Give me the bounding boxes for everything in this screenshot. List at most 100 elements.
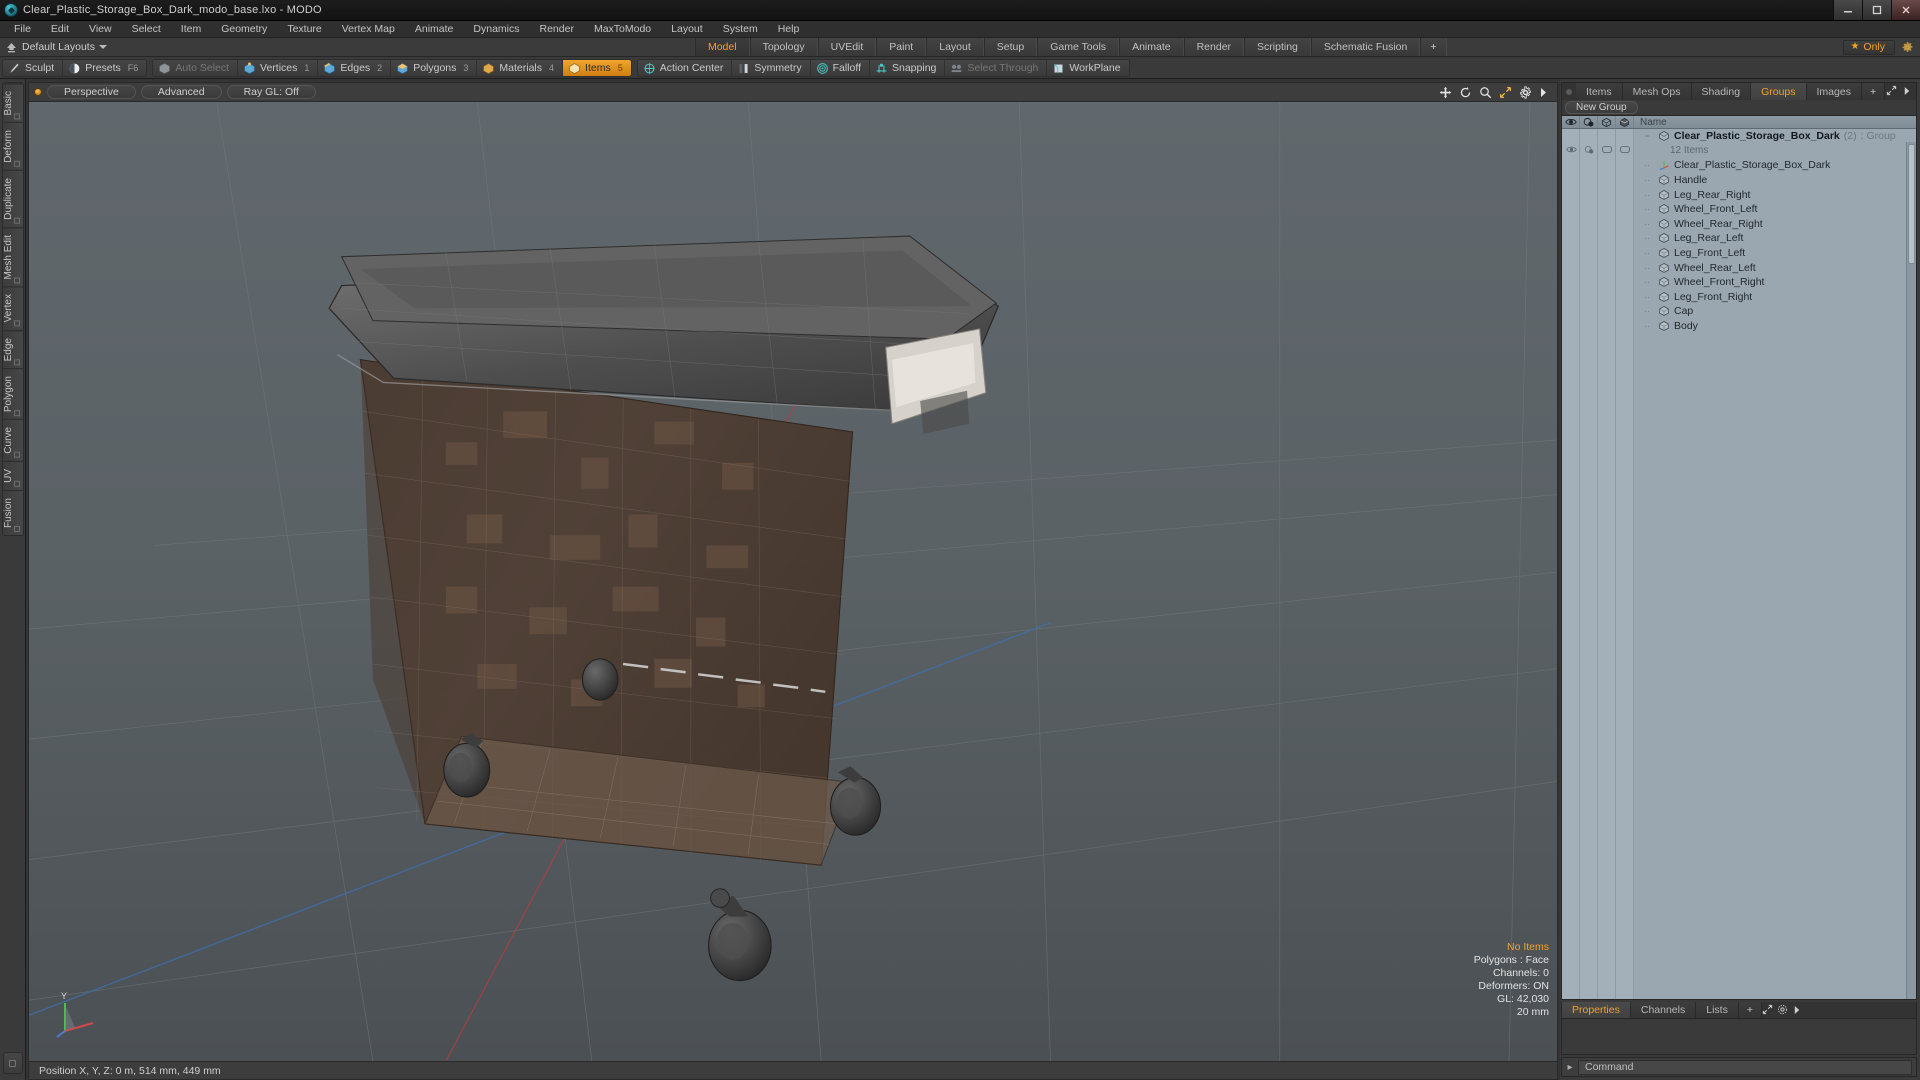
tree-row-wheel-front-left[interactable]: ·· Wheel_Front_Left (1634, 202, 1916, 217)
menu-edit[interactable]: Edit (41, 21, 79, 38)
left-tab-polygon[interactable]: Polygon (2, 368, 23, 420)
tool-select-through[interactable]: Select Through (945, 60, 1048, 76)
chevron-right-icon[interactable] (1793, 1002, 1801, 1019)
tool-vertices[interactable]: Vertices 1 (238, 60, 319, 76)
layout-tab-layout[interactable]: Layout (926, 38, 984, 56)
layout-tab-render[interactable]: Render (1183, 38, 1245, 56)
viewport-view-mode[interactable]: Perspective (47, 85, 136, 99)
home-arrow-icon[interactable] (0, 38, 22, 56)
tool-symmetry[interactable]: Symmetry (732, 60, 811, 76)
menu-help[interactable]: Help (768, 21, 810, 38)
only-toggle-button[interactable]: ★ Only (1843, 39, 1895, 55)
row-eye-icon[interactable] (1562, 142, 1580, 157)
3d-viewport[interactable]: No Items Polygons : Face Channels: 0 Def… (28, 101, 1558, 1062)
tree-row-body[interactable]: ·· Body (1634, 319, 1916, 334)
right-tab-mesh-ops[interactable]: Mesh Ops (1622, 83, 1692, 100)
chevron-right-icon[interactable] (1903, 83, 1911, 101)
tree-row-leg-front-left[interactable]: ·· Leg_Front_Left (1634, 246, 1916, 261)
tree-row-leg-rear-right[interactable]: ·· Leg_Rear_Right (1634, 187, 1916, 202)
move-icon[interactable] (1439, 86, 1452, 99)
layout-tab-uvedit[interactable]: UVEdit (817, 38, 877, 56)
expand-icon[interactable] (1762, 1002, 1773, 1019)
menu-maxtomodo[interactable]: MaxToModo (584, 21, 661, 38)
left-tab-fusion[interactable]: Fusion (2, 489, 23, 535)
left-tab-deform[interactable]: Deform (2, 122, 23, 171)
new-group-button[interactable]: New Group (1565, 101, 1638, 114)
shading-icon[interactable] (1580, 116, 1598, 128)
viewport-raygl-toggle[interactable]: Ray GL: Off (226, 85, 316, 99)
tool-edges[interactable]: Edges 2 (318, 60, 392, 76)
zoom-icon[interactable] (1479, 86, 1492, 99)
tree-body[interactable]: − Clear_Plastic_Storage_Box_Dark (2) : G… (1562, 129, 1916, 999)
active-dot-icon[interactable] (34, 88, 42, 96)
tree-row-cap[interactable]: ·· Cap (1634, 304, 1916, 319)
tool-sculpt[interactable]: Sculpt (3, 60, 64, 76)
layout-tab-scripting[interactable]: Scripting (1244, 38, 1311, 56)
menu-animate[interactable]: Animate (405, 21, 464, 38)
right-tab-add[interactable]: + (1861, 83, 1886, 100)
bottom-tab-add[interactable]: + (1738, 1002, 1762, 1018)
minimize-button[interactable] (1833, 0, 1862, 20)
column-render[interactable] (1598, 129, 1616, 999)
menu-render[interactable]: Render (530, 21, 584, 38)
tree-row-handle[interactable]: ·· Handle (1634, 173, 1916, 188)
tool-workplane[interactable]: WorkPlane (1047, 60, 1129, 76)
left-tab-basic[interactable]: Basic (2, 83, 23, 123)
scrollbar-thumb[interactable] (1908, 144, 1915, 264)
viewport-shading-mode[interactable]: Advanced (140, 85, 222, 99)
left-tab-duplicate[interactable]: Duplicate (2, 170, 23, 227)
tool-materials[interactable]: Materials 4 (477, 60, 564, 76)
layout-selector[interactable]: Default Layouts (22, 38, 117, 56)
column-lock[interactable] (1616, 129, 1634, 999)
column-shading[interactable] (1580, 129, 1598, 999)
tree-row-wheel-rear-left[interactable]: ·· Wheel_Rear_Left (1634, 260, 1916, 275)
tool-polygons[interactable]: Polygons 3 (391, 60, 478, 76)
right-tab-groups[interactable]: Groups (1751, 83, 1807, 100)
menu-vertex-map[interactable]: Vertex Map (332, 21, 405, 38)
gear-icon[interactable] (1519, 85, 1532, 99)
left-tab-uv[interactable]: UV (2, 460, 23, 490)
right-tab-items[interactable]: Items (1576, 83, 1623, 100)
close-button[interactable] (1891, 0, 1920, 20)
row-shading-icon[interactable] (1580, 142, 1598, 157)
command-input[interactable]: Command (1578, 1059, 1912, 1075)
tree-row-wheel-front-right[interactable]: ·· Wheel_Front_Right (1634, 275, 1916, 290)
tree-row-group[interactable]: − Clear_Plastic_Storage_Box_Dark (2) : G… (1634, 129, 1916, 144)
menu-select[interactable]: Select (122, 21, 171, 38)
eye-icon[interactable] (1562, 116, 1580, 128)
layout-tab-paint[interactable]: Paint (876, 38, 927, 56)
maximize-button[interactable] (1862, 0, 1891, 20)
row-render-toggle[interactable] (1598, 142, 1616, 157)
panel-dot-icon[interactable] (1562, 83, 1576, 100)
tree-row-wheel-rear-right[interactable]: ·· Wheel_Rear_Right (1634, 217, 1916, 232)
menu-view[interactable]: View (79, 21, 122, 38)
expand-icon[interactable] (1886, 83, 1897, 101)
layout-tab-setup[interactable]: Setup (983, 38, 1038, 56)
menu-texture[interactable]: Texture (277, 21, 331, 38)
menu-layout[interactable]: Layout (661, 21, 713, 38)
cube-outline-icon[interactable] (1598, 116, 1616, 128)
layout-tab-topology[interactable]: Topology (749, 38, 818, 56)
bottom-tab-channels[interactable]: Channels (1630, 1002, 1697, 1018)
expand-toggle-icon[interactable]: − (1640, 131, 1654, 141)
column-visibility[interactable] (1562, 129, 1580, 999)
tool-falloff[interactable]: Falloff (810, 60, 870, 76)
layout-tab-add[interactable]: + (1420, 38, 1447, 56)
tree-row-locator[interactable]: ·· Clear_Plastic_Storage_Box_Dark (1634, 158, 1916, 173)
gear-icon[interactable] (1901, 41, 1914, 54)
right-tab-images[interactable]: Images (1806, 83, 1862, 100)
tool-items[interactable]: Items 5 (563, 60, 631, 76)
row-lock-toggle[interactable] (1616, 142, 1634, 157)
tree-row-leg-front-right[interactable]: ·· Leg_Front_Right (1634, 290, 1916, 305)
left-tab-mesh-edit[interactable]: Mesh Edit (2, 226, 23, 287)
left-tab-curve[interactable]: Curve (2, 419, 23, 461)
layout-tab-animate[interactable]: Animate (1119, 38, 1184, 56)
layout-tab-model[interactable]: Model (694, 38, 750, 56)
cube-solid-icon[interactable] (1616, 116, 1634, 128)
chevron-right-icon[interactable] (1539, 87, 1548, 98)
menu-geometry[interactable]: Geometry (211, 21, 277, 38)
tree-row-leg-rear-left[interactable]: ·· Leg_Rear_Left (1634, 231, 1916, 246)
bottom-tab-properties[interactable]: Properties (1562, 1002, 1631, 1018)
tool-auto-select[interactable]: Auto Select (153, 60, 239, 76)
menu-dynamics[interactable]: Dynamics (463, 21, 529, 38)
